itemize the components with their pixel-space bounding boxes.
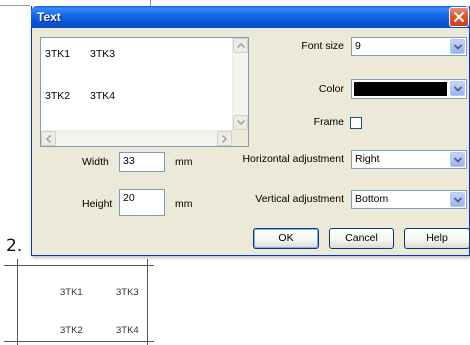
scrollbar-corner: [232, 130, 248, 146]
page-rule-top: [0, 5, 30, 6]
preview-top-line: [4, 265, 154, 266]
chevron-down-icon: [454, 86, 462, 92]
dialog-title: Text: [37, 10, 61, 24]
height-input[interactable]: 20: [119, 189, 165, 216]
arrow-down-icon: [237, 119, 245, 126]
color-select[interactable]: [351, 79, 467, 99]
height-unit: mm: [175, 198, 193, 210]
preview-cell: 3TK1: [60, 287, 83, 298]
horizontal-scrollbar[interactable]: [41, 130, 232, 146]
horizontal-adjustment-select[interactable]: Right: [351, 150, 467, 169]
scroll-down-button[interactable]: [233, 115, 248, 130]
scroll-right-button[interactable]: [217, 131, 232, 146]
width-label: Width: [82, 156, 109, 168]
font-size-label: Font size: [301, 40, 344, 52]
preview-bottom-line: [4, 341, 154, 342]
frame-checkbox[interactable]: [350, 117, 362, 129]
scroll-left-button[interactable]: [41, 131, 56, 146]
preview-cell: 3TK2: [60, 325, 83, 336]
close-x-icon: [454, 12, 464, 22]
vertical-scrollbar[interactable]: [232, 38, 248, 130]
chevron-down-icon: [454, 44, 462, 50]
text-dialog: Text 3TK1 3TK3 3TK2 3TK4 Width 33 mm Hei…: [31, 6, 470, 256]
list-cell[interactable]: 3TK4: [90, 90, 115, 102]
chevron-down-icon: [454, 197, 462, 203]
screenshot-stage: 2. 3TK1 3TK3 3TK2 3TK4 Text 3TK1 3TK3 3T…: [0, 0, 470, 345]
arrow-up-icon: [237, 42, 245, 49]
width-input[interactable]: 33: [119, 152, 165, 172]
width-unit: mm: [175, 156, 193, 168]
preview-cell: 3TK3: [116, 287, 139, 298]
horizontal-adjustment-value: Right: [355, 153, 380, 165]
cancel-button[interactable]: Cancel: [329, 228, 394, 249]
chevron-down-icon: [454, 157, 462, 163]
height-label: Height: [82, 198, 113, 210]
preview-left-line: [17, 259, 18, 345]
horizontal-adjustment-label: Horizontal adjustment: [242, 153, 344, 165]
preview-right-line: [147, 259, 148, 345]
vertical-adjustment-label: Vertical adjustment: [255, 193, 344, 205]
title-bar[interactable]: Text: [31, 6, 470, 28]
scroll-up-button[interactable]: [233, 38, 248, 53]
preview-cell: 3TK4: [116, 325, 139, 336]
list-cell[interactable]: 3TK3: [90, 48, 115, 60]
help-button[interactable]: Help: [404, 228, 470, 249]
vertical-adjustment-value: Bottom: [355, 193, 389, 205]
arrow-right-icon: [221, 135, 228, 143]
ok-button[interactable]: OK: [253, 228, 319, 249]
arrow-left-icon: [45, 135, 52, 143]
color-swatch: [354, 82, 447, 96]
close-button[interactable]: [449, 7, 469, 27]
color-dropdown-button[interactable]: [450, 81, 465, 96]
list-cell[interactable]: 3TK2: [45, 90, 70, 102]
font-size-value: 9: [355, 40, 361, 52]
vertical-adjustment-dropdown-button[interactable]: [450, 192, 465, 207]
color-label: Color: [318, 83, 344, 95]
font-size-dropdown-button[interactable]: [450, 39, 465, 54]
list-cell[interactable]: 3TK1: [45, 48, 70, 60]
horizontal-adjustment-dropdown-button[interactable]: [450, 152, 465, 167]
text-cell-list[interactable]: 3TK1 3TK3 3TK2 3TK4: [40, 37, 249, 147]
frame-label: Frame: [313, 116, 344, 128]
vertical-adjustment-select[interactable]: Bottom: [351, 190, 467, 209]
font-size-select[interactable]: 9: [351, 37, 467, 56]
step-number: 2.: [6, 236, 23, 256]
